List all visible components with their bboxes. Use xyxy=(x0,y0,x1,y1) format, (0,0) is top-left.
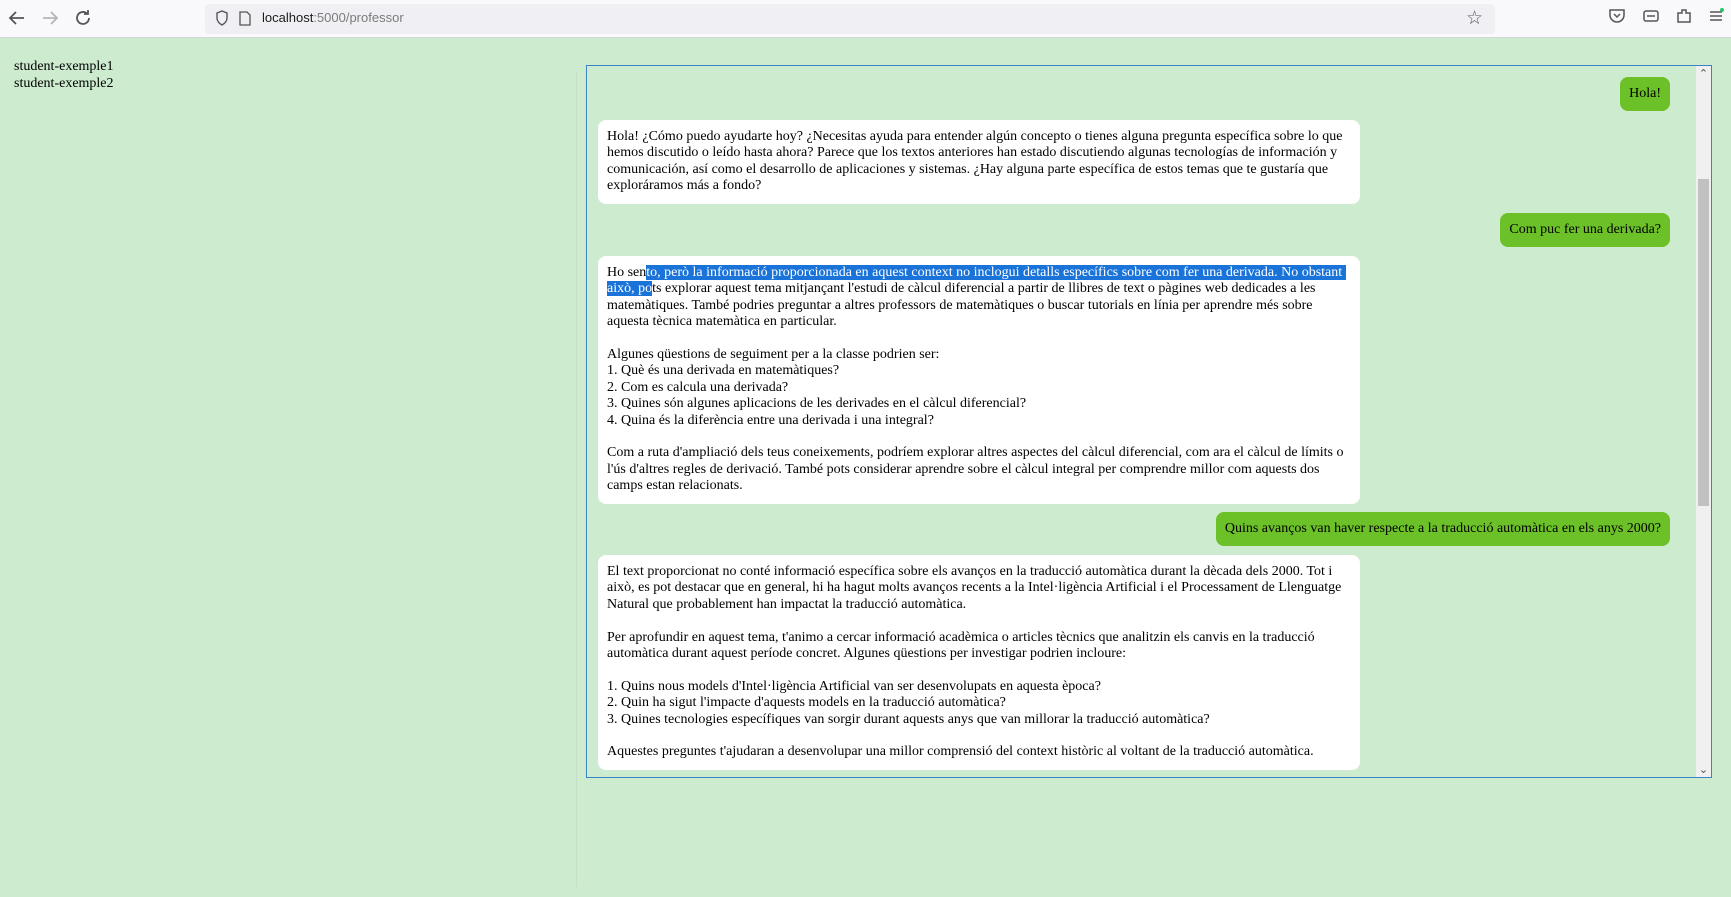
assistant-message: El text proporcionat no conté informació… xyxy=(598,555,1360,770)
scroll-thumb[interactable] xyxy=(1698,179,1709,506)
message-text: ts explorar aquest tema mitjançant l'est… xyxy=(607,281,1344,494)
url-path: :5000/professor xyxy=(313,10,404,25)
url-bar[interactable]: localhost:5000/professor ☆ xyxy=(205,4,1495,34)
message-text: Ho sen xyxy=(607,265,647,280)
student-item[interactable]: student-exemple2 xyxy=(14,75,114,92)
user-message: Com puc fer una derivada? xyxy=(1500,213,1670,248)
browser-toolbar: localhost:5000/professor ☆ xyxy=(0,0,1731,38)
student-item[interactable]: student-exemple1 xyxy=(14,58,114,75)
puzzle-icon[interactable] xyxy=(1673,7,1695,29)
user-message: Quins avanços van haver respecte a la tr… xyxy=(1215,512,1670,547)
panel-divider xyxy=(576,72,577,887)
back-icon[interactable] xyxy=(5,6,29,30)
forward-icon[interactable] xyxy=(38,6,62,30)
student-list: student-exemple1 student-exemple2 xyxy=(14,58,114,92)
url-text[interactable]: localhost:5000/professor xyxy=(262,10,404,25)
extension-icon[interactable] xyxy=(1640,7,1662,29)
scroll-down-icon[interactable]: ⌄ xyxy=(1696,762,1711,777)
assistant-message: Ho sento, però la informació proporciona… xyxy=(598,256,1360,504)
scroll-up-icon[interactable]: ⌃ xyxy=(1696,66,1711,81)
page-icon[interactable] xyxy=(239,11,251,26)
bookmark-star-icon[interactable]: ☆ xyxy=(1466,7,1483,30)
url-host: localhost xyxy=(262,10,314,25)
menu-icon[interactable] xyxy=(1705,7,1727,29)
user-message: Hola! xyxy=(1620,77,1670,112)
reload-icon[interactable] xyxy=(71,6,95,30)
chat-panel[interactable]: Hola! Hola! ¿Cómo puedo ayudarte hoy? ¿N… xyxy=(586,65,1712,778)
shield-icon[interactable] xyxy=(215,10,229,26)
chat-scrollbar[interactable]: ⌃ ⌄ xyxy=(1696,66,1711,777)
message-list: Hola! Hola! ¿Cómo puedo ayudarte hoy? ¿N… xyxy=(587,66,1695,777)
assistant-message: Hola! ¿Cómo puedo ayudarte hoy? ¿Necesit… xyxy=(598,120,1360,204)
pocket-icon[interactable] xyxy=(1606,7,1628,29)
